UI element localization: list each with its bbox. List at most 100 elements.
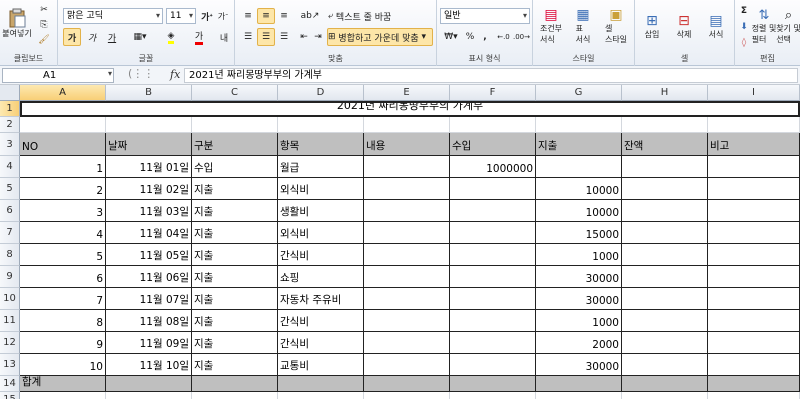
conditional-format-button[interactable]: ▤ 조건부 서식 bbox=[535, 2, 567, 50]
data-cell[interactable] bbox=[364, 332, 450, 354]
data-cell[interactable] bbox=[622, 354, 708, 376]
data-cell[interactable] bbox=[708, 200, 800, 222]
header-cell[interactable]: 내용 bbox=[364, 133, 450, 156]
data-cell[interactable] bbox=[708, 354, 800, 376]
row-header-6[interactable]: 6 bbox=[0, 200, 20, 222]
total-cell[interactable] bbox=[708, 376, 800, 392]
data-cell[interactable]: 생활비 bbox=[278, 200, 364, 222]
insert-button[interactable]: ⊞ 삽입 bbox=[637, 2, 667, 50]
italic-button[interactable]: 가 bbox=[83, 28, 101, 46]
cell[interactable] bbox=[278, 392, 364, 399]
cell[interactable] bbox=[278, 117, 364, 133]
data-cell[interactable]: 1000000 bbox=[450, 156, 536, 178]
find-select-button[interactable]: ⌕ 찾기 및 선택 bbox=[776, 2, 800, 50]
cell[interactable] bbox=[450, 392, 536, 399]
column-header-h[interactable]: H bbox=[622, 85, 708, 101]
decrease-indent-button[interactable]: ⇤ bbox=[297, 28, 311, 46]
row-header-11[interactable]: 11 bbox=[0, 310, 20, 332]
data-cell[interactable] bbox=[364, 200, 450, 222]
data-cell[interactable] bbox=[708, 266, 800, 288]
align-right-button[interactable]: ☰ bbox=[275, 28, 293, 46]
data-cell[interactable]: 월급 bbox=[278, 156, 364, 178]
grow-font-button[interactable]: 가ᐩ bbox=[200, 8, 214, 24]
total-cell[interactable] bbox=[622, 376, 708, 392]
data-cell[interactable] bbox=[622, 288, 708, 310]
data-cell[interactable] bbox=[708, 178, 800, 200]
number-format-dropdown[interactable]: 일반 bbox=[440, 8, 530, 24]
row-header-14[interactable]: 14 bbox=[0, 376, 20, 392]
data-cell[interactable]: 11월 09일 bbox=[106, 332, 192, 354]
column-header-f[interactable]: F bbox=[450, 85, 536, 101]
align-top-button[interactable]: ≡ bbox=[239, 8, 257, 24]
data-cell[interactable] bbox=[708, 244, 800, 266]
data-cell[interactable]: 간식비 bbox=[278, 244, 364, 266]
data-cell[interactable] bbox=[450, 178, 536, 200]
column-header-d[interactable]: D bbox=[278, 85, 364, 101]
row-header-7[interactable]: 7 bbox=[0, 222, 20, 244]
autosum-button[interactable]: Σ bbox=[737, 4, 751, 18]
column-header-i[interactable]: I bbox=[708, 85, 800, 101]
bold-button[interactable]: 가 bbox=[63, 28, 81, 46]
row-header-1[interactable]: 1 bbox=[0, 101, 20, 117]
row-header-8[interactable]: 8 bbox=[0, 244, 20, 266]
row-header-5[interactable]: 5 bbox=[0, 178, 20, 200]
delete-button[interactable]: ⊟ 삭제 bbox=[669, 2, 699, 50]
cell[interactable] bbox=[450, 117, 536, 133]
data-cell[interactable] bbox=[364, 178, 450, 200]
comma-button[interactable]: , bbox=[478, 28, 492, 46]
data-cell[interactable] bbox=[708, 156, 800, 178]
font-size-dropdown[interactable]: 11 bbox=[166, 8, 196, 24]
column-header-a[interactable]: A bbox=[20, 85, 106, 101]
data-cell[interactable]: 2 bbox=[20, 178, 106, 200]
data-cell[interactable]: 지출 bbox=[192, 310, 278, 332]
decrease-decimal-button[interactable]: .00→ bbox=[513, 28, 530, 46]
data-cell[interactable] bbox=[364, 354, 450, 376]
header-cell[interactable]: NO bbox=[20, 133, 106, 156]
format-cells-button[interactable]: ▤ 서식 bbox=[701, 2, 731, 50]
data-cell[interactable] bbox=[364, 244, 450, 266]
data-cell[interactable] bbox=[450, 244, 536, 266]
increase-decimal-button[interactable]: ←.0 bbox=[495, 28, 512, 46]
data-cell[interactable]: 교통비 bbox=[278, 354, 364, 376]
header-cell[interactable]: 지출 bbox=[536, 133, 622, 156]
cell[interactable] bbox=[536, 117, 622, 133]
header-cell[interactable]: 비고 bbox=[708, 133, 800, 156]
align-middle-button[interactable]: ≡ bbox=[257, 8, 275, 24]
row-header-3[interactable]: 3 bbox=[0, 133, 20, 156]
data-cell[interactable]: 7 bbox=[20, 288, 106, 310]
increase-indent-button[interactable]: ⇥ bbox=[311, 28, 325, 46]
data-cell[interactable]: 지출 bbox=[192, 266, 278, 288]
data-cell[interactable]: 지출 bbox=[192, 288, 278, 310]
data-cell[interactable]: 10 bbox=[20, 354, 106, 376]
data-cell[interactable]: 지출 bbox=[192, 354, 278, 376]
data-cell[interactable]: 11월 06일 bbox=[106, 266, 192, 288]
data-cell[interactable]: 1 bbox=[20, 156, 106, 178]
data-cell[interactable]: 10000 bbox=[536, 178, 622, 200]
total-cell[interactable] bbox=[278, 376, 364, 392]
cell[interactable] bbox=[364, 392, 450, 399]
phonetic-button[interactable]: 내 bbox=[216, 28, 232, 46]
header-cell[interactable]: 구분 bbox=[192, 133, 278, 156]
header-cell[interactable]: 항목 bbox=[278, 133, 364, 156]
align-left-button[interactable]: ☰ bbox=[239, 28, 257, 46]
data-cell[interactable]: 수입 bbox=[192, 156, 278, 178]
cell[interactable] bbox=[708, 117, 800, 133]
row-header-12[interactable]: 12 bbox=[0, 332, 20, 354]
data-cell[interactable]: 간식비 bbox=[278, 332, 364, 354]
row-header-10[interactable]: 10 bbox=[0, 288, 20, 310]
data-cell[interactable] bbox=[450, 354, 536, 376]
cell[interactable] bbox=[192, 392, 278, 399]
font-color-button[interactable]: 가 bbox=[186, 28, 212, 46]
data-cell[interactable]: 쇼핑 bbox=[278, 266, 364, 288]
data-cell[interactable]: 10000 bbox=[536, 200, 622, 222]
data-cell[interactable]: 30000 bbox=[536, 266, 622, 288]
data-cell[interactable]: 11월 01일 bbox=[106, 156, 192, 178]
name-box-dropdown-icon[interactable]: ▾ bbox=[108, 69, 112, 78]
data-cell[interactable]: 간식비 bbox=[278, 310, 364, 332]
data-cell[interactable] bbox=[450, 200, 536, 222]
cell[interactable] bbox=[106, 392, 192, 399]
fill-color-button[interactable]: ◈ bbox=[158, 28, 184, 46]
cell[interactable] bbox=[106, 117, 192, 133]
column-header-c[interactable]: C bbox=[192, 85, 278, 101]
header-cell[interactable]: 잔액 bbox=[622, 133, 708, 156]
